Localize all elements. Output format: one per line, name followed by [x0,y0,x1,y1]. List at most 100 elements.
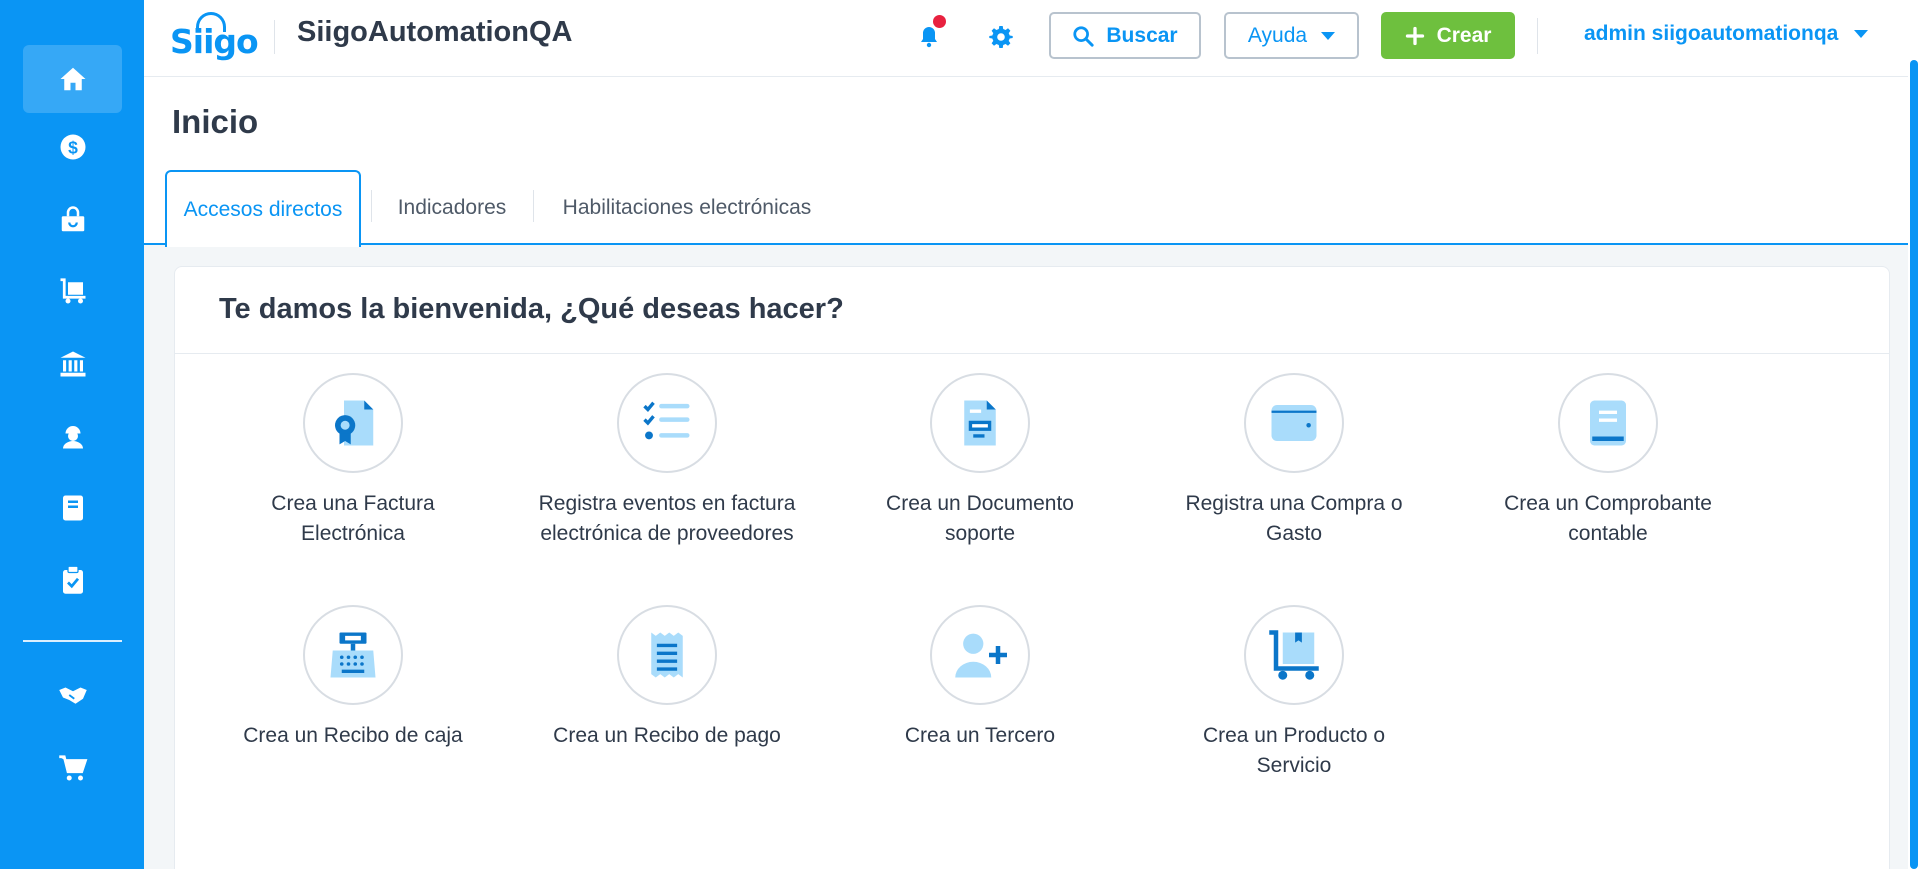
sidebar-item-banks[interactable] [23,330,122,398]
create-button[interactable]: Crear [1381,12,1515,59]
svg-text:$: $ [68,137,78,157]
shortcut-producto-servicio[interactable]: Crea un Producto o Servicio [1144,605,1444,781]
sidebar-item-tasks[interactable] [23,546,122,614]
shortcut-compra-gasto[interactable]: Registra una Compra o Gasto [1144,373,1444,549]
sidebar-item-payroll[interactable] [23,402,122,470]
shortcut-label-line1: Crea un Tercero [904,724,1056,747]
worker-icon [62,426,83,449]
shortcut-label: Registra eventos en factura electrónica … [517,489,817,549]
welcome-title: Te damos la bienvenida, ¿Qué deseas hace… [219,293,844,325]
cash-register-icon [330,632,376,678]
cart-truck-icon [60,278,85,304]
shortcut-icon-circle [617,605,717,705]
receipt-icon [651,632,683,678]
welcome-card: Te damos la bienvenida, ¿Qué deseas hace… [174,266,1890,869]
tab-habilitaciones-electronicas[interactable]: Habilitaciones electrónicas [544,170,830,245]
shortcut-label-line1: Crea un Documento [886,492,1074,515]
shortcut-label: Crea un Tercero [830,721,1130,751]
chevron-down-icon [1854,30,1869,38]
shopping-bag-icon [61,206,84,232]
sidebar-item-sales[interactable] [23,186,122,254]
shortcut-label-line1: Crea un Producto o [1202,724,1386,747]
tab-separator [533,190,534,222]
home-icon [60,67,85,91]
shortcut-label-line2: Gasto [1265,522,1323,545]
search-button[interactable]: Buscar [1049,12,1201,59]
shortcut-factura-electronica[interactable]: Crea una Factura Electrónica [203,373,503,549]
tab-indicadores[interactable]: Indicadores [378,170,526,245]
shortcut-documento-soporte[interactable]: Crea un Documento soporte [830,373,1130,549]
shortcut-label: Crea una Factura Electrónica [203,489,503,549]
book-icon [62,495,83,521]
create-button-label: Crear [1436,23,1492,47]
shortcut-icon-circle [1558,373,1658,473]
help-dropdown-label: Ayuda [1247,23,1308,47]
user-menu-label: admin siigoautomationqa [1584,22,1839,45]
shortcut-icon-circle [617,373,717,473]
page-scrollbar[interactable] [1908,0,1920,869]
clipboard-check-icon [62,565,83,594]
document-icon [964,400,996,446]
shortcut-icon-circle [1244,605,1344,705]
user-menu[interactable]: admin siigoautomationqa [1584,22,1869,46]
shortcut-label-line1: Registra eventos en factura [538,492,796,515]
sidebar-item-home[interactable] [23,45,122,113]
search-button-label: Buscar [1106,23,1178,47]
shortcut-label-line2: soporte [944,522,1016,545]
scrollbar-thumb[interactable] [1910,60,1918,869]
notifications-button[interactable] [912,15,946,54]
shortcut-label: Crea un Documento soporte [830,489,1130,549]
wallet-icon [1271,405,1317,441]
shortcut-label-line1: Registra una Compra o [1185,492,1403,515]
header-divider-right [1537,18,1538,54]
shortcut-icon-circle [1244,373,1344,473]
shortcut-tercero[interactable]: Crea un Tercero [830,605,1130,751]
header-divider [274,20,275,54]
sidebar-item-store[interactable] [23,734,122,802]
sidebar-item-accounting[interactable] [23,474,122,542]
shortcut-recibo-pago[interactable]: Crea un Recibo de pago [517,605,817,751]
invoice-ribbon-icon [335,400,374,446]
shortcut-label-line1: Crea un Comprobante [1504,492,1712,515]
dollar-icon: $ [60,134,85,160]
shortcut-label-line1: Crea un Recibo de pago [553,724,781,747]
shortcut-label: Registra una Compra o Gasto [1144,489,1444,549]
company-name: SiigoAutomationQA [297,16,573,48]
search-icon [1073,25,1095,47]
card-divider [175,353,1889,354]
chevron-down-icon [1321,31,1336,40]
gear-icon [989,26,1013,48]
shortcut-label: Crea un Recibo de pago [517,721,817,751]
tab-accesos-directos[interactable]: Accesos directos [165,170,361,247]
sidebar: $ [0,0,144,869]
product-cart-icon [1269,630,1319,680]
shortcut-label-line2: electrónica de proveedores [540,522,794,545]
sidebar-item-partners[interactable] [23,661,122,729]
shortcut-comprobante-contable[interactable]: Crea un Comprobante contable [1458,373,1758,549]
shortcut-recibo-caja[interactable]: Crea un Recibo de caja [203,605,503,751]
page-title: Inicio [172,103,259,140]
shortcut-eventos-factura[interactable]: Registra eventos en factura electrónica … [517,373,817,549]
notification-badge [933,15,946,28]
shortcut-icon-circle [930,605,1030,705]
shortcut-label-line2: Servicio [1256,754,1332,777]
plus-icon [1405,26,1424,45]
shortcut-label-line1: Crea una Factura [271,492,435,515]
settings-button[interactable] [984,20,1018,54]
siigo-logo[interactable]: Siigo [170,12,259,62]
shortcut-icon-circle [930,373,1030,473]
help-dropdown[interactable]: Ayuda [1224,12,1359,59]
sidebar-item-finance[interactable]: $ [23,113,122,181]
sidebar-item-inventory[interactable] [23,257,122,325]
shortcut-label: Crea un Producto o Servicio [1144,721,1444,781]
shortcut-icon-circle [303,605,403,705]
shortcut-label-line2: contable [1568,522,1648,545]
shopping-cart-icon [58,755,87,781]
logo-text: Siigo [170,22,259,61]
handshake-icon [58,687,87,704]
sidebar-divider [23,640,122,642]
shortcut-label-line1: Crea un Recibo de caja [243,724,463,747]
add-user-icon [955,633,1007,678]
shortcut-icon-circle [303,373,403,473]
checklist-icon [643,401,690,440]
